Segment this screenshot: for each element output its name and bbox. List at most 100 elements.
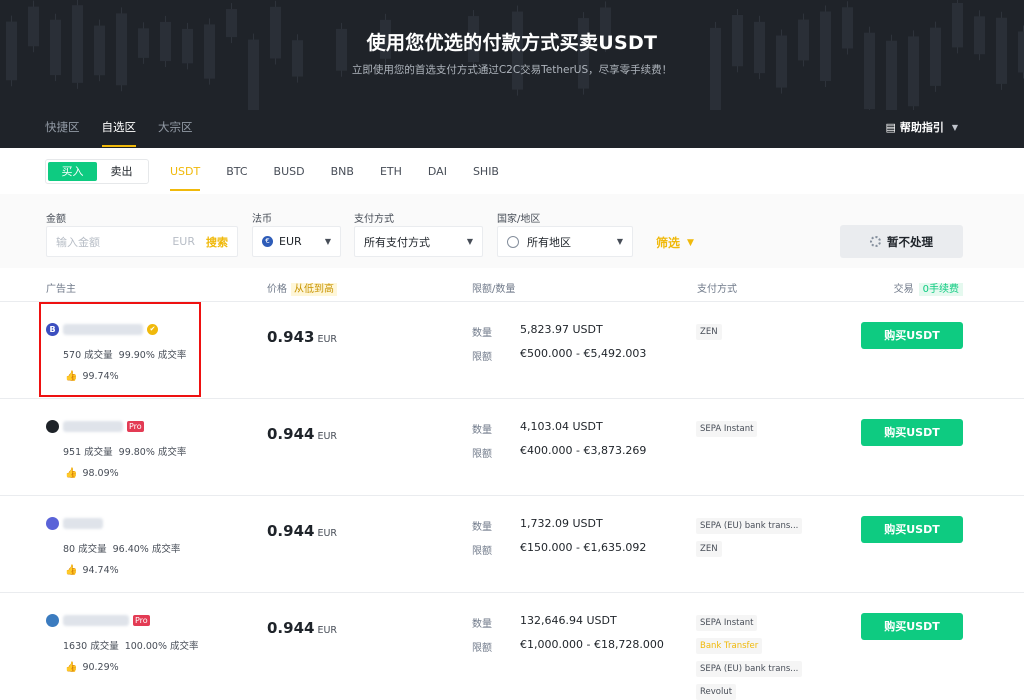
col-limit: 限额/数量 [472, 284, 516, 295]
sell-tab[interactable]: 卖出 [97, 162, 146, 181]
pro-badge: Pro [133, 614, 150, 626]
order-count: 1630 成交量 [63, 641, 119, 652]
avatar[interactable]: B [46, 322, 59, 336]
limit-label: 限额 [472, 449, 492, 460]
payment-tag: SEPA Instant [696, 615, 758, 631]
thumbs-up-icon: 👍 [65, 662, 78, 673]
buy-usdt-button[interactable]: 购买USDT [861, 516, 963, 543]
thumbs-up-icon: 👍 [65, 565, 78, 576]
buy-usdt-button[interactable]: 购买USDT [861, 419, 963, 446]
price-value: 0.943 [267, 328, 315, 346]
payment-tag: SEPA Instant [696, 421, 758, 437]
tab-block-zone[interactable]: 大宗区 [158, 119, 193, 147]
price-unit: EUR [317, 334, 338, 345]
payment-methods: SEPA Instant Bank Transfer SEPA (EU) bank … [696, 615, 826, 700]
amount-field[interactable]: 输入金额 EUR 搜索 [46, 226, 238, 257]
coin-tab-btc[interactable]: BTC [226, 165, 247, 191]
payment-tag: Bank Transfer [696, 638, 763, 654]
price-unit: EUR [317, 625, 338, 636]
table-row: 80 成交量 96.40% 成交率 👍 94.74% 0.944 EUR 数量 1,732.0… [0, 496, 1024, 593]
hero-subtitle: 立即使用您的首选支付方式通过C2C交易TetherUS，尽享零手续费！ [351, 64, 673, 76]
candlestick-background [6, 0, 1024, 110]
avatar[interactable] [46, 419, 59, 433]
order-count: 570 成交量 [63, 350, 113, 361]
price-value: 0.944 [267, 619, 315, 637]
payment-tag: Revolut [696, 684, 737, 700]
payment-methods: ZEN [696, 324, 826, 340]
table-row: Pro 1630 成交量 100.00% 成交率 👍 90.29% 0.944 EUR 数量 1… [0, 593, 1024, 700]
advertiser-name-blurred[interactable] [63, 517, 103, 529]
buy-usdt-button[interactable]: 购买USDT [861, 613, 963, 640]
coin-tab-eth[interactable]: ETH [380, 165, 402, 191]
quantity-label: 数量 [472, 425, 492, 436]
col-trade-label: 交易 [893, 284, 914, 295]
price-sort-toggle[interactable]: 从低到高 [291, 283, 337, 296]
tab-p2p-zone[interactable]: 自选区 [101, 119, 136, 147]
refresh-button[interactable]: 暂不处理 [840, 225, 963, 258]
col-trade: 交易 0手续费 [893, 280, 963, 296]
coin-tab-bnb[interactable]: BNB [331, 165, 354, 191]
advertiser-name-blurred[interactable] [63, 420, 123, 432]
buy-usdt-button[interactable]: 购买USDT [861, 322, 963, 349]
refresh-icon [870, 236, 881, 247]
limit-value: €150.000 - €1,635.092 [520, 541, 647, 554]
payment-tag: SEPA (EU) bank trans... [696, 518, 803, 534]
price-cell: 0.944 EUR [267, 425, 337, 443]
refresh-label: 暂不处理 [887, 234, 933, 249]
help-guide-button[interactable]: ▤ 帮助指引 ▼ [885, 119, 958, 135]
help-guide-label: 帮助指引 [899, 121, 944, 134]
country-select[interactable]: 所有地区 ▼ [497, 226, 633, 257]
coin-tab-busd[interactable]: BUSD [274, 165, 305, 191]
advertiser-name-blurred[interactable] [63, 323, 143, 335]
coin-tab-usdt[interactable]: USDT [170, 165, 201, 191]
limit-label: 限额 [472, 352, 492, 363]
positive-rate: 99.74% [82, 371, 119, 382]
thumbs-up-icon: 👍 [65, 371, 78, 382]
order-count: 80 成交量 [63, 544, 107, 555]
table-header: 广告主 价格 从低到高 限额/数量 支付方式 交易 0手续费 [0, 268, 1024, 302]
price-unit: EUR [317, 528, 338, 539]
payment-value: 所有支付方式 [364, 235, 430, 249]
hero-title: 使用您优选的付款方式买卖USDT [366, 32, 658, 54]
avatar[interactable] [46, 613, 59, 627]
amount-label: 金额 [46, 214, 66, 225]
col-advertiser: 广告主 [46, 284, 76, 295]
filter-bar: 金额 输入金额 EUR 搜索 法币 € EUR ▼ 支付方式 所有支付方式 ▼ … [0, 194, 1024, 268]
quantity-value: 4,103.04 USDT [520, 420, 603, 433]
coin-tab-shib[interactable]: SHIB [473, 165, 499, 191]
quantity-label: 数量 [472, 328, 492, 339]
price-value: 0.944 [267, 522, 315, 540]
zero-fee-badge: 0手续费 [918, 283, 963, 296]
filter-label: 筛选 [656, 236, 681, 250]
advertiser-cell: Pro 1630 成交量 100.00% 成交率 👍 90.29% [46, 613, 205, 673]
completion-rate: 99.90% 成交率 [118, 350, 187, 361]
quantity-value: 1,732.09 USDT [520, 517, 603, 530]
verified-icon: ✔ [147, 323, 158, 335]
buy-tab[interactable]: 买入 [48, 162, 97, 181]
country-label: 国家/地区 [497, 214, 541, 225]
avatar[interactable] [46, 516, 59, 530]
chevron-down-icon: ▼ [324, 237, 331, 246]
fiat-select[interactable]: € EUR ▼ [252, 226, 341, 257]
filter-button[interactable]: 筛选 ▼ [656, 234, 694, 251]
advertiser-name-blurred[interactable] [63, 614, 129, 626]
search-button[interactable]: 搜索 [206, 234, 228, 250]
quantity-label: 数量 [472, 522, 492, 533]
payment-select[interactable]: 所有支付方式 ▼ [354, 226, 483, 257]
order-count: 951 成交量 [63, 447, 113, 458]
chevron-down-icon: ▼ [466, 237, 473, 246]
amount-currency: EUR [172, 235, 195, 248]
chevron-down-icon: ▼ [951, 122, 958, 132]
globe-icon [507, 235, 519, 248]
payment-tag: ZEN [696, 324, 722, 340]
positive-rate: 98.09% [82, 468, 119, 479]
advertiser-cell: B ✔ 570 成交量 99.90% 成交率 👍 99.74% [46, 322, 192, 382]
trade-side-toggle: 买入 卖出 [45, 159, 149, 184]
country-value: 所有地区 [527, 235, 571, 249]
price-cell: 0.944 EUR [267, 522, 337, 540]
coin-tab-dai[interactable]: DAI [428, 165, 447, 191]
tab-express-zone[interactable]: 快捷区 [45, 119, 80, 147]
positive-rate: 90.29% [82, 662, 119, 673]
price-value: 0.944 [267, 425, 315, 443]
advertiser-cell: Pro 951 成交量 99.80% 成交率 👍 98.09% [46, 419, 192, 479]
